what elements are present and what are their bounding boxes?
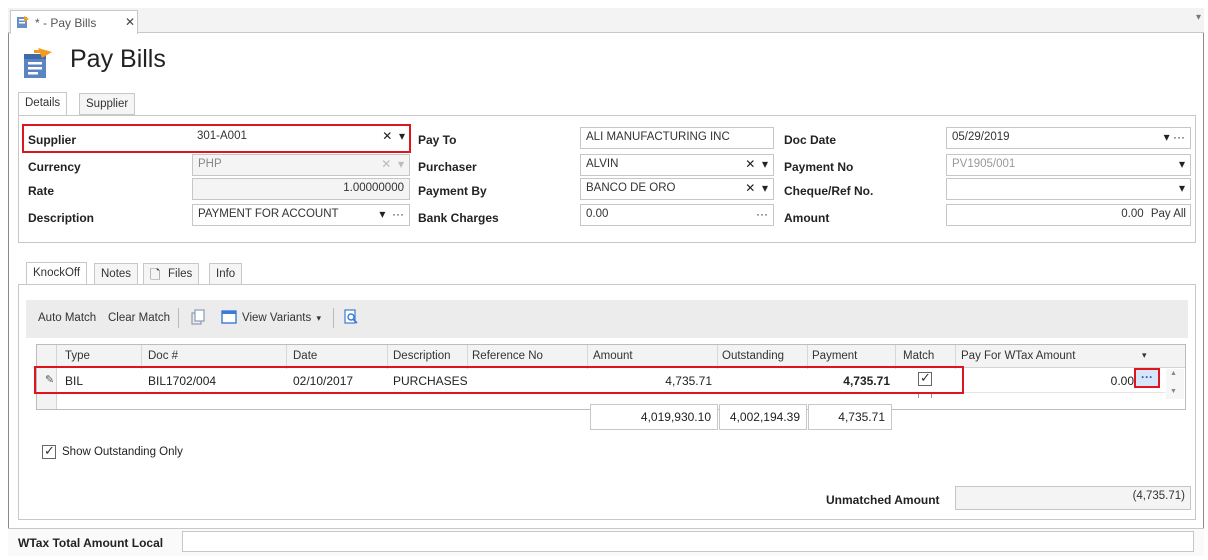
currency-field[interactable]: PHP ✕ ▾ xyxy=(192,154,410,176)
description-label: Description xyxy=(28,211,95,225)
total-payment: 4,735.71 xyxy=(808,404,892,430)
unmatched-amount-field: (4,735.71) xyxy=(955,486,1191,510)
bank-charges-field[interactable]: 0.00 ··· xyxy=(580,204,774,226)
toolbar-divider xyxy=(178,308,179,328)
tab-files[interactable]: 🗋 Files xyxy=(143,263,200,285)
column-header-description[interactable]: Description xyxy=(393,350,451,362)
pay-to-label: Pay To xyxy=(418,133,457,147)
wtax-total-label: WTax Total Amount Local xyxy=(18,536,164,550)
purchaser-field[interactable]: ALVIN ✕ ▾ xyxy=(580,154,774,176)
bank-charges-label: Bank Charges xyxy=(418,211,499,225)
pay-bills-icon xyxy=(24,48,52,78)
column-header-match[interactable]: Match xyxy=(903,350,934,362)
pay-to-field[interactable]: ALI MANUFACTURING INC xyxy=(580,127,774,149)
doc-date-label: Doc Date xyxy=(784,133,837,147)
scroll-down-icon[interactable]: ▼ xyxy=(1170,388,1177,395)
tab-details[interactable]: Details xyxy=(18,92,68,116)
bank-charges-value: 0.00 xyxy=(586,208,609,220)
column-header-outstanding[interactable]: Outstanding xyxy=(722,350,784,362)
wtax-total-field[interactable] xyxy=(182,531,1194,552)
show-outstanding-label: Show Outstanding Only xyxy=(62,446,183,458)
page-title: Pay Bills xyxy=(70,45,166,73)
amount-label: Amount xyxy=(784,211,830,225)
doc-date-dropdown-more-icon[interactable]: ▾ ··· xyxy=(1164,130,1185,144)
column-header-amount[interactable]: Amount xyxy=(593,350,633,362)
tab-supplier[interactable]: Supplier xyxy=(79,93,136,115)
scroll-up-icon[interactable]: ▲ xyxy=(1170,370,1177,377)
tab-knockoff[interactable]: KnockOff xyxy=(26,262,88,286)
toolbar-divider xyxy=(333,308,334,328)
pay-bills-small-icon xyxy=(17,16,29,28)
column-header-date[interactable]: Date xyxy=(293,350,317,362)
rate-field[interactable]: 1.00000000 xyxy=(192,178,410,200)
doc-date-value: 05/29/2019 xyxy=(952,131,1010,143)
payment-no-field[interactable]: PV1905/001 ▾ xyxy=(946,154,1191,176)
payment-by-label: Payment By xyxy=(418,184,487,198)
payment-by-clear-dropdown-icon[interactable]: ✕ ▾ xyxy=(745,181,768,195)
column-header-payment[interactable]: Payment xyxy=(812,350,857,362)
supplier-highlight-box xyxy=(22,124,411,153)
payment-no-dropdown-icon[interactable]: ▾ xyxy=(1179,157,1185,171)
purchaser-label: Purchaser xyxy=(418,160,477,174)
cheque-ref-label: Cheque/Ref No. xyxy=(784,184,874,198)
document-tab-pay-bills[interactable]: * - Pay Bills ✕ xyxy=(10,10,138,34)
rate-label: Rate xyxy=(28,184,55,198)
auto-match-button[interactable]: Auto Match xyxy=(38,312,96,324)
bank-charges-more-icon[interactable]: ··· xyxy=(756,207,768,221)
chevron-down-icon: ▾ xyxy=(316,313,321,323)
row-highlight-box xyxy=(34,366,964,394)
view-variants-icon xyxy=(221,310,237,324)
column-header-reference-no[interactable]: Reference No xyxy=(472,350,543,362)
payment-no-value: PV1905/001 xyxy=(952,158,1016,170)
tab-files-label: Files xyxy=(168,268,193,280)
column-header-type[interactable]: Type xyxy=(65,350,90,362)
tab-notes[interactable]: Notes xyxy=(94,263,139,285)
unmatched-amount-label: Unmatched Amount xyxy=(826,493,940,507)
column-chooser-icon[interactable]: ▾ xyxy=(1142,350,1147,361)
purchaser-value: ALVIN xyxy=(586,158,619,170)
currency-clear-dropdown-icon: ✕ ▾ xyxy=(381,157,404,171)
doc-date-field[interactable]: 05/29/2019 ▾ ··· xyxy=(946,127,1191,149)
wtax-more-button[interactable]: ··· xyxy=(1134,368,1160,388)
tab-info[interactable]: Info xyxy=(209,263,243,285)
total-outstanding: 4,002,194.39 xyxy=(719,404,807,430)
column-header-doc[interactable]: Doc # xyxy=(148,350,178,362)
payment-by-value: BANCO DE ORO xyxy=(586,182,676,194)
total-amount: 4,019,930.10 xyxy=(590,404,718,430)
close-icon[interactable]: ✕ xyxy=(125,15,135,29)
row-wtax-amount[interactable]: 0.00 xyxy=(956,374,1134,388)
view-variants-button[interactable]: View Variants ▾ xyxy=(242,312,321,324)
column-header-pay-for-wtax[interactable]: Pay For WTax Amount xyxy=(961,350,1075,362)
amount-value: 0.00 xyxy=(1121,208,1144,220)
view-variants-label: View Variants xyxy=(242,312,312,324)
payment-by-field[interactable]: BANCO DE ORO ✕ ▾ xyxy=(580,178,774,200)
description-dropdown-more-icon[interactable]: ▾ ··· xyxy=(379,207,404,221)
clear-match-button[interactable]: Clear Match xyxy=(108,312,170,324)
document-tab-bar xyxy=(8,8,1204,33)
description-field[interactable]: PAYMENT FOR ACCOUNT ▾ ··· xyxy=(192,204,410,226)
window-menu-arrow-icon[interactable]: ▾ xyxy=(1196,12,1201,23)
cheque-ref-dropdown-icon[interactable]: ▾ xyxy=(1179,181,1185,195)
document-tab-label: * - Pay Bills xyxy=(35,16,97,30)
currency-value: PHP xyxy=(198,158,222,170)
purchaser-clear-dropdown-icon[interactable]: ✕ ▾ xyxy=(745,157,768,171)
amount-field[interactable]: 0.00 Pay All xyxy=(946,204,1191,226)
copy-layout-icon[interactable] xyxy=(191,309,205,325)
cheque-ref-field[interactable]: ▾ xyxy=(946,178,1191,200)
pay-all-button[interactable]: Pay All xyxy=(1151,208,1186,220)
payment-no-label: Payment No xyxy=(784,160,854,174)
description-value: PAYMENT FOR ACCOUNT xyxy=(198,208,339,220)
currency-label: Currency xyxy=(28,160,81,174)
search-icon[interactable] xyxy=(343,309,359,325)
show-outstanding-checkbox[interactable] xyxy=(42,443,56,459)
